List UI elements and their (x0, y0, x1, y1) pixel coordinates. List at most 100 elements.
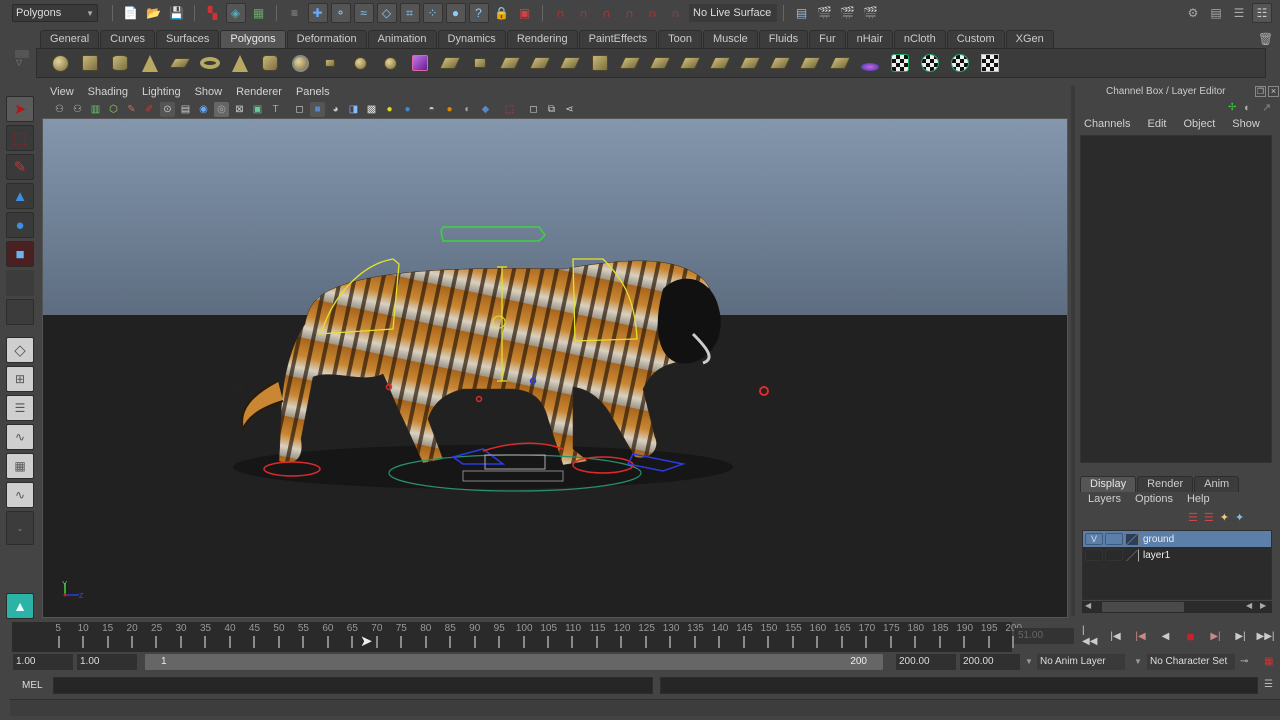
character-set-dropdown[interactable]: No Character Set (1147, 654, 1235, 670)
script-editor-icon[interactable]: ☰ (1264, 679, 1273, 690)
shelf-tab-general[interactable]: General (40, 30, 100, 48)
extrude-icon[interactable] (589, 52, 611, 74)
save-scene-icon[interactable]: 💾 (167, 3, 187, 23)
xray-icon[interactable]: ◨ (346, 102, 361, 117)
channel-box-menu-show[interactable]: Show (1232, 118, 1260, 130)
resolution-gate-icon[interactable]: ◉ (196, 102, 211, 117)
tool-settings-icon[interactable]: ☰ (1229, 3, 1249, 23)
isolate-select-icon[interactable]: ⬚ (502, 102, 517, 117)
make-hole-icon[interactable] (829, 52, 851, 74)
shadows-icon[interactable]: ● (400, 102, 415, 117)
field-chart-icon[interactable]: ⊠ (232, 102, 247, 117)
viewport-menu-panels[interactable]: Panels (296, 86, 330, 100)
layer-tab-display[interactable]: Display (1080, 476, 1137, 492)
show-modeling-toolkit-icon[interactable]: ⚙ (1183, 3, 1203, 23)
shelf-tab-fluids[interactable]: Fluids (758, 30, 809, 48)
highlight-selection-icon[interactable]: ▣ (515, 3, 535, 23)
perspective-viewport[interactable]: Y Z (42, 118, 1068, 618)
auto-key-icon[interactable]: ⊸ (1240, 654, 1248, 670)
perspective-graph-outliner-layout-icon[interactable]: ∿ (6, 482, 34, 508)
safe-title-icon[interactable]: T (268, 102, 283, 117)
shelf-tab-polygons[interactable]: Polygons (220, 30, 286, 48)
viewport-menu-lighting[interactable]: Lighting (142, 86, 181, 100)
layer-menu-options[interactable]: Options (1135, 493, 1173, 505)
playback-end-field[interactable]: 200.00 (896, 654, 956, 670)
layer-color-swatch[interactable] (1125, 532, 1139, 546)
select-curves-icon[interactable]: ≈ (353, 3, 374, 23)
go-to-start-button[interactable]: |◀◀ (1082, 625, 1099, 647)
poly-pipe-icon[interactable] (259, 52, 281, 74)
lasso-tool-icon[interactable]: ⬚ (6, 125, 34, 151)
perspective-graph-layout-icon[interactable]: ∿ (6, 424, 34, 450)
step-back-frame-button[interactable]: |◀ (1132, 628, 1149, 644)
new-layer-from-selected-icon[interactable]: ✦ (1235, 511, 1244, 524)
lock-icon[interactable]: 🔒 (492, 3, 512, 23)
chevron-down-icon[interactable]: ▼ (1025, 654, 1033, 670)
depth-of-field-icon[interactable]: ◆ (478, 102, 493, 117)
poly-cone-icon[interactable] (139, 52, 161, 74)
attribute-editor-icon[interactable]: ▤ (1206, 3, 1226, 23)
manipulator-axes-icon[interactable]: ✢ (1228, 102, 1236, 113)
ipr-render-icon[interactable]: 🎬 (838, 3, 858, 23)
shelf-tab-xgen[interactable]: XGen (1005, 30, 1054, 48)
gate-mask-icon[interactable]: ◎ (214, 102, 229, 117)
outliner-perspective-layout-icon[interactable]: ☰ (6, 395, 34, 421)
shelf-tab-animation[interactable]: Animation (367, 30, 437, 48)
anim-layer-dropdown[interactable]: No Anim Layer (1037, 654, 1125, 670)
layer-menu-help[interactable]: Help (1187, 493, 1210, 505)
paint-select-tool-icon[interactable]: ✎ (6, 154, 34, 180)
use-all-lights-icon[interactable]: ● (382, 102, 397, 117)
safe-action-icon[interactable]: ▣ (250, 102, 265, 117)
snap-to-view-plane-icon[interactable]: ∩ (620, 3, 640, 23)
insert-edge-loop-icon[interactable] (559, 52, 581, 74)
xray-active-components-icon[interactable]: ⧉ (544, 102, 559, 117)
animation-start-field[interactable]: 1.00 (13, 654, 73, 670)
step-forward-key-button[interactable]: ▶| (1232, 628, 1249, 644)
float-panel-icon[interactable]: ❐ (1255, 86, 1266, 97)
range-slider[interactable]: 1 200 (145, 654, 883, 670)
play-backwards-button[interactable]: ◀ (1157, 628, 1174, 644)
snap-to-grid-icon[interactable]: ∩ (551, 3, 571, 23)
menu-set-dropdown[interactable]: Polygons ▼ (12, 4, 98, 22)
go-to-end-button[interactable]: ▶▶| (1257, 628, 1275, 644)
xray-joints-icon[interactable]: ◻ (526, 102, 541, 117)
time-slider[interactable]: 5 10 15 20 25 30 35 40 45 50 55 60 65 70 75 80 85 90 95 100… (12, 622, 1022, 652)
select-tool-icon[interactable]: ➤ (6, 96, 34, 122)
shelf-tab-ncloth[interactable]: nCloth (893, 30, 946, 48)
scroll-right-icon[interactable]: ▶ (1260, 601, 1266, 610)
share-icon[interactable]: ⋖ (562, 102, 577, 117)
single-perspective-layout-icon[interactable]: ◇ (6, 337, 34, 363)
last-tool-slot[interactable] (6, 270, 34, 296)
image-plane-icon[interactable]: ⬡ (106, 102, 121, 117)
screen-space-ao-icon[interactable]: ◓ (424, 102, 439, 117)
poly-sphere-icon[interactable] (49, 52, 71, 74)
planar-mapping-icon[interactable] (889, 52, 911, 74)
select-surfaces-icon[interactable]: ◇ (376, 3, 397, 23)
scrollbar-thumb[interactable] (1102, 602, 1184, 612)
extract-icon[interactable] (319, 52, 341, 74)
chevron-down-icon[interactable]: ▽ (16, 58, 32, 67)
render-settings-icon[interactable]: 🎬 (861, 3, 881, 23)
smooth-shade-icon[interactable]: ■ (310, 102, 325, 117)
layer-color-swatch[interactable] (1125, 548, 1139, 562)
rotate-tool-icon[interactable]: ● (6, 212, 34, 238)
layer-display-type-toggle[interactable] (1105, 549, 1123, 561)
show-manipulator-slot[interactable] (6, 299, 34, 325)
snap-magnet-icon[interactable]: ∩ (666, 3, 686, 23)
sculpt-icon[interactable] (859, 52, 881, 74)
film-gate-icon[interactable]: ▤ (178, 102, 193, 117)
select-camera-icon[interactable]: ⚇ (52, 102, 67, 117)
viewport-menu-shading[interactable]: Shading (88, 86, 128, 100)
layer-visibility-toggle[interactable]: V (1085, 533, 1103, 545)
shelf-tab-fur[interactable]: Fur (809, 30, 846, 48)
layer-tab-render[interactable]: Render (1137, 476, 1194, 492)
select-by-hierarchy-icon[interactable]: ▚ (203, 3, 223, 23)
bevel-icon[interactable] (679, 52, 701, 74)
channel-box-menu-channels[interactable]: Channels (1084, 118, 1130, 130)
animation-end-field[interactable]: 200.00 (960, 654, 1020, 670)
channel-box-toggle-icon[interactable]: ☷ (1252, 3, 1272, 23)
bookmarks-icon[interactable]: ▥ (88, 102, 103, 117)
select-misc-icon[interactable]: ? (468, 3, 489, 23)
anti-aliasing-icon[interactable]: ◐ (460, 102, 475, 117)
channel-box-area[interactable] (1080, 135, 1272, 463)
